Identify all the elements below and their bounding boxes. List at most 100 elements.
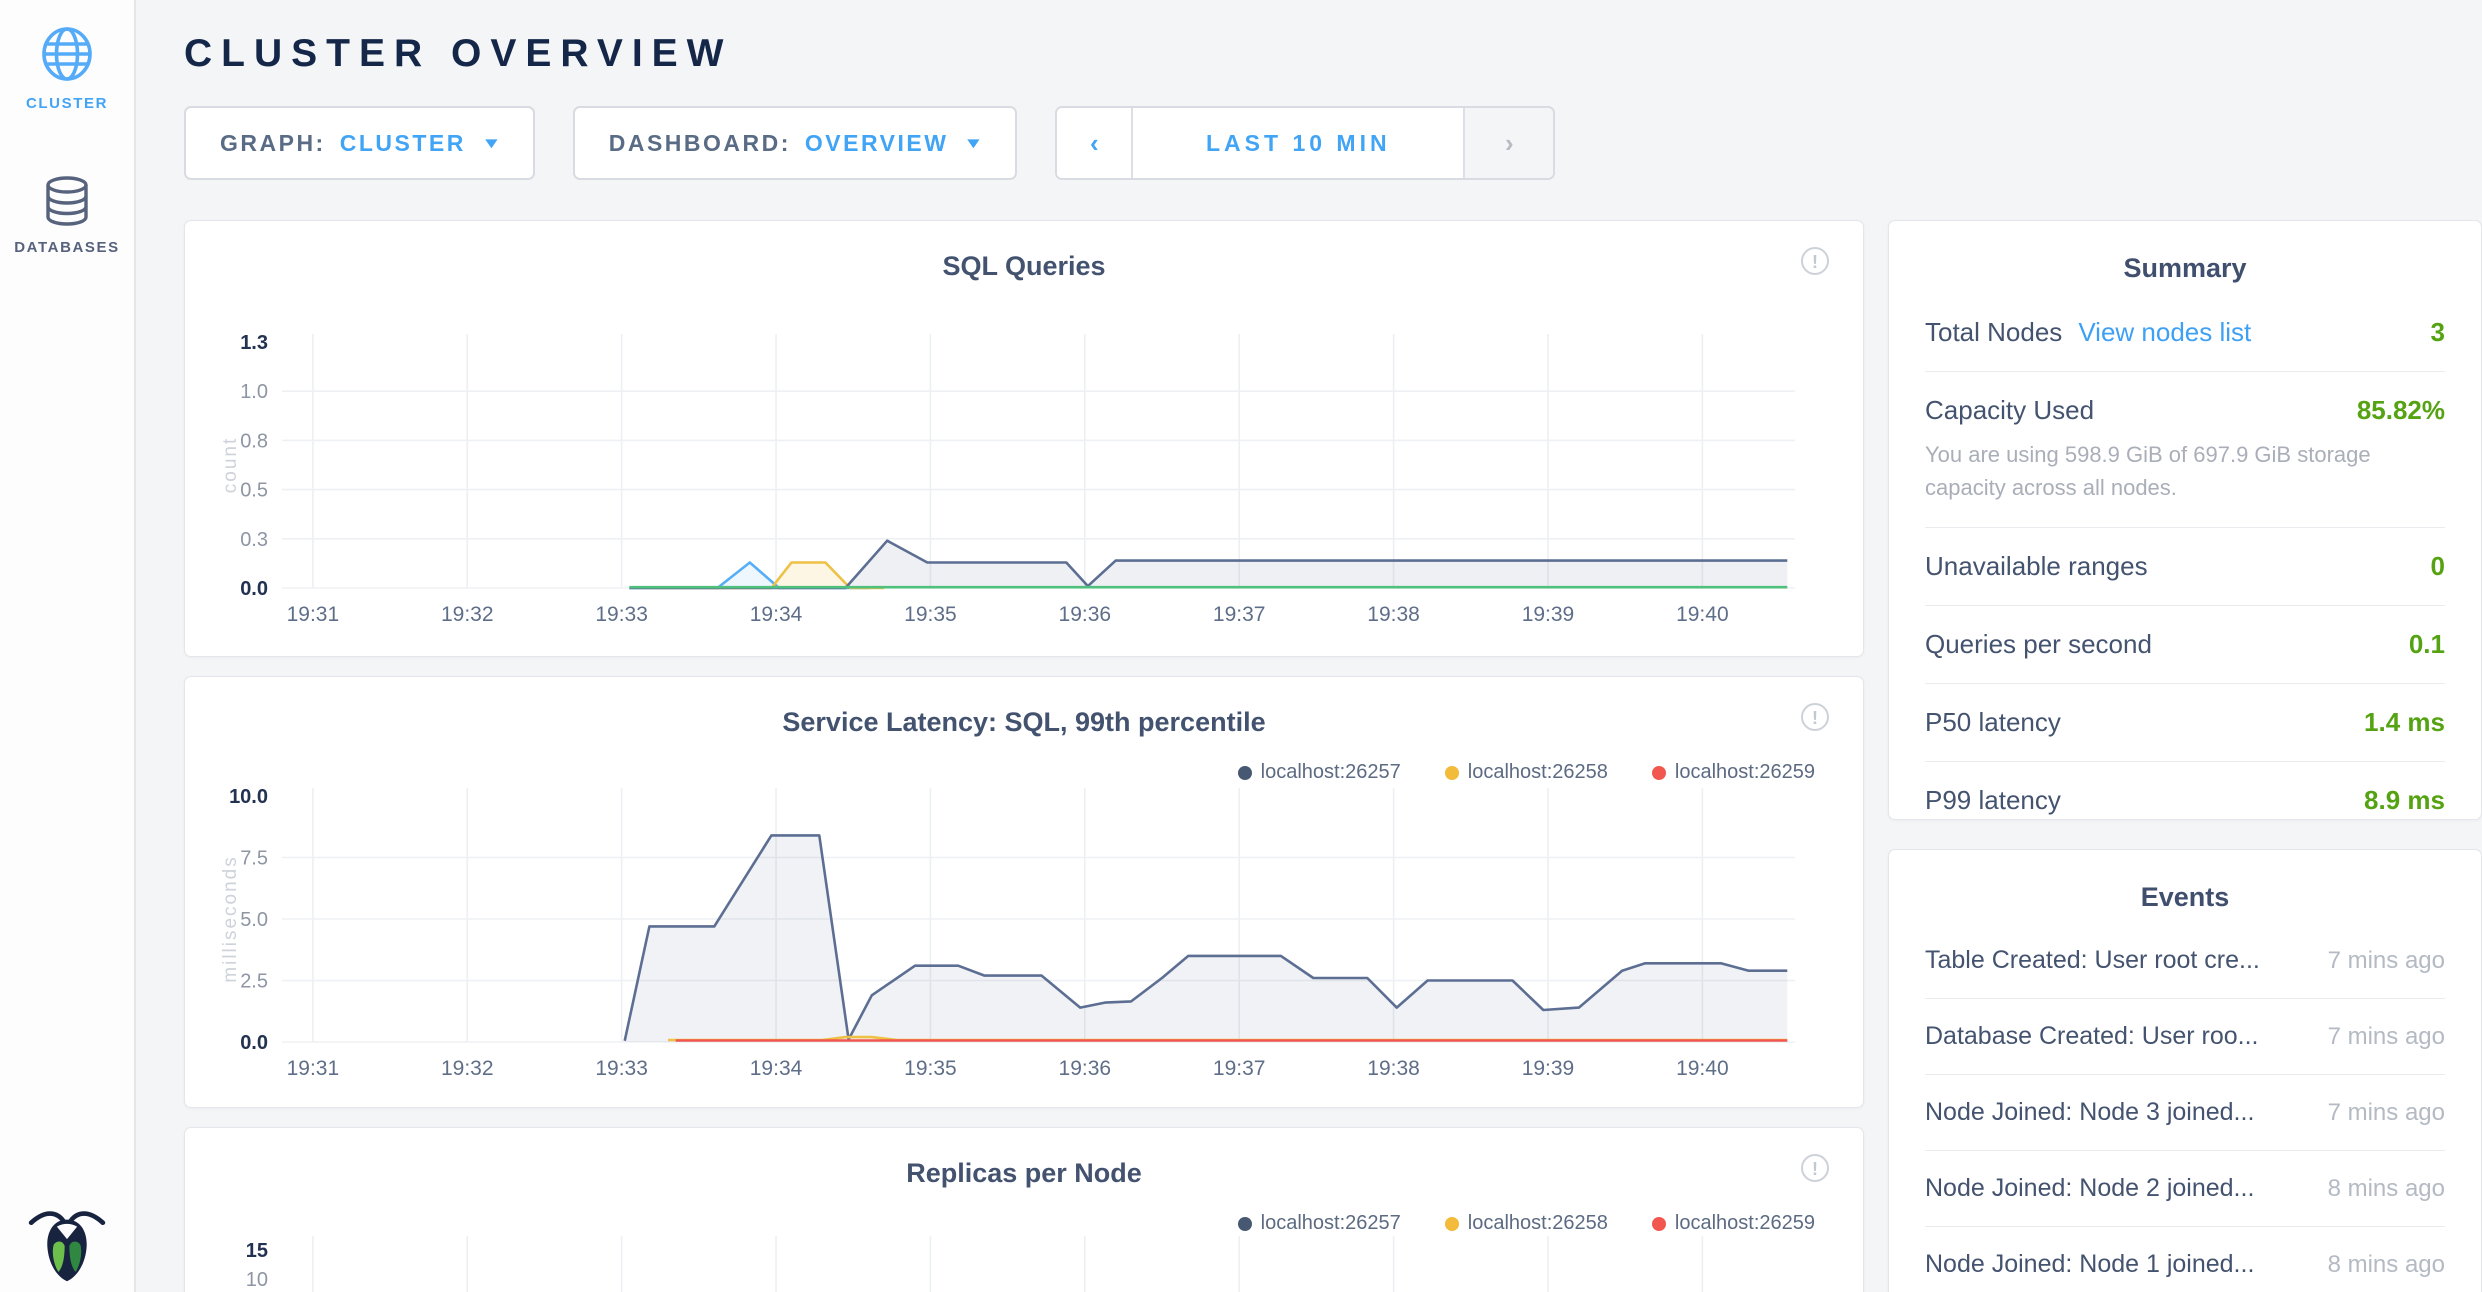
svg-text:1.3: 1.3 — [240, 332, 268, 354]
event-time: 7 mins ago — [2328, 1023, 2445, 1051]
dashboard-dropdown[interactable]: DASHBOARD: OVERVIEW ▼ — [573, 106, 1018, 180]
graph-dropdown[interactable]: GRAPH: CLUSTER ▼ — [184, 106, 535, 180]
info-icon[interactable]: ! — [1801, 247, 1829, 275]
svg-text:19:35: 19:35 — [904, 603, 957, 626]
app-root: CLUSTER DATABASES — [0, 0, 2482, 1292]
side-column: Summary Total Nodes View nodes list 3 Capac… — [1888, 220, 2482, 1292]
time-forward-button[interactable]: › — [1463, 108, 1553, 178]
view-nodes-list-link[interactable]: View nodes list — [2078, 317, 2251, 348]
svg-text:19:40: 19:40 — [1676, 603, 1729, 626]
summary-row-label: Queries per second — [1925, 629, 2152, 660]
chart-title: Replicas per Node — [185, 1158, 1863, 1189]
summary-row-value: 1.4 ms — [2364, 707, 2445, 738]
sidebar-item-label: DATABASES — [14, 239, 120, 256]
event-time: 8 mins ago — [2328, 1175, 2445, 1203]
info-icon[interactable]: ! — [1801, 1154, 1829, 1182]
cockroachdb-logo — [0, 1202, 134, 1284]
svg-text:0.8: 0.8 — [240, 430, 268, 452]
chevron-down-icon: ▼ — [963, 135, 984, 152]
sidebar-item-label: CLUSTER — [26, 95, 108, 112]
svg-text:19:33: 19:33 — [595, 1057, 648, 1080]
svg-text:19:36: 19:36 — [1059, 603, 1112, 626]
svg-text:19:38: 19:38 — [1367, 603, 1420, 626]
svg-text:15: 15 — [246, 1240, 268, 1262]
graph-dropdown-label: GRAPH: — [220, 130, 326, 157]
svg-text:10: 10 — [246, 1269, 268, 1291]
dashboard-content: SQL Queries ! 19:31 19:32 19:33 19:34 19:35 1… — [184, 220, 2482, 1292]
info-icon[interactable]: ! — [1801, 703, 1829, 731]
chart-title: Service Latency: SQL, 99th percentile — [185, 707, 1863, 738]
svg-text:19:39: 19:39 — [1522, 603, 1575, 626]
cockroach-bug-icon — [28, 1202, 106, 1284]
summary-row: Capacity Used 85.82% You are using 598.9 G… — [1925, 371, 2445, 527]
svg-text:0.0: 0.0 — [240, 578, 268, 600]
summary-row-value: 8.9 ms — [2364, 785, 2445, 816]
svg-text:milliseconds: milliseconds — [220, 855, 241, 982]
event-text: Node Joined: Node 2 joined... — [1925, 1174, 2254, 1203]
summary-row-label: Capacity Used — [1925, 395, 2094, 426]
sidebar-item-cluster[interactable]: CLUSTER — [0, 26, 134, 112]
replicas-per-node-chart: 1510 — [220, 1229, 1830, 1292]
svg-text:0.5: 0.5 — [240, 480, 268, 502]
legend-dot-icon — [1445, 766, 1459, 780]
summary-rows: Total Nodes View nodes list 3 Capacity Used… — [1925, 294, 2445, 839]
summary-row: Total Nodes View nodes list 3 — [1925, 294, 2445, 371]
summary-row: Unavailable ranges 0 — [1925, 527, 2445, 605]
svg-text:19:33: 19:33 — [595, 603, 648, 626]
svg-text:count: count — [220, 437, 241, 493]
summary-row: Queries per second 0.1 — [1925, 605, 2445, 683]
svg-text:7.5: 7.5 — [240, 848, 268, 870]
svg-text:19:38: 19:38 — [1367, 1057, 1420, 1080]
events-title: Events — [1925, 882, 2445, 913]
svg-text:19:34: 19:34 — [750, 1057, 803, 1080]
events-panel: Events Table Created: User root cre... 7 … — [1888, 849, 2482, 1292]
main-content: CLUSTER OVERVIEW GRAPH: CLUSTER ▼ DASHBO… — [136, 0, 2482, 1292]
summary-row-label: Total Nodes — [1925, 317, 2062, 348]
event-time: 7 mins ago — [2328, 1099, 2445, 1127]
chevron-down-icon: ▼ — [481, 135, 502, 152]
summary-title: Summary — [1925, 253, 2445, 284]
svg-text:19:36: 19:36 — [1059, 1057, 1112, 1080]
event-text: Node Joined: Node 3 joined... — [1925, 1098, 2254, 1127]
chart-card-replicas-per-node: Replicas per Node ! localhost:26257local… — [184, 1127, 1864, 1292]
time-range-label[interactable]: LAST 10 MIN — [1133, 108, 1463, 178]
sidebar-item-databases[interactable]: DATABASES — [0, 176, 134, 256]
chart-title: SQL Queries — [185, 251, 1863, 282]
legend-dot-icon — [1652, 766, 1666, 780]
charts-column: SQL Queries ! 19:31 19:32 19:33 19:34 19:35 1… — [184, 220, 1864, 1292]
svg-text:19:34: 19:34 — [750, 603, 803, 626]
summary-row-value: 0.1 — [2409, 629, 2445, 660]
summary-row-label: P50 latency — [1925, 707, 2061, 738]
event-row: Node Joined: Node 1 joined...8 mins ago — [1925, 1227, 2445, 1292]
dashboard-dropdown-label: DASHBOARD: — [609, 130, 791, 157]
summary-row-value: 3 — [2431, 317, 2445, 348]
summary-row-subtext: You are using 598.9 GiB of 697.9 GiB sto… — [1925, 438, 2445, 504]
svg-text:19:40: 19:40 — [1676, 1057, 1729, 1080]
summary-row-label: Unavailable ranges — [1925, 551, 2148, 582]
event-row: Node Joined: Node 3 joined... 7 mins ago — [1925, 1075, 2445, 1151]
graph-dropdown-value: CLUSTER — [340, 130, 466, 157]
chart-card-service-latency: Service Latency: SQL, 99th percentile ! … — [184, 676, 1864, 1108]
svg-text:10.0: 10.0 — [229, 786, 268, 808]
svg-text:5.0: 5.0 — [240, 909, 268, 931]
summary-row-label: P99 latency — [1925, 785, 2061, 816]
event-row: Node Joined: Node 2 joined... 8 mins ago — [1925, 1151, 2445, 1227]
event-time: 8 mins ago — [2328, 1251, 2445, 1279]
event-text: Table Created: User root cre... — [1925, 946, 2260, 975]
database-icon — [43, 176, 91, 226]
sidebar: CLUSTER DATABASES — [0, 0, 136, 1292]
time-back-button[interactable]: ‹ — [1057, 108, 1133, 178]
summary-row-value: 85.82% — [2357, 395, 2445, 426]
svg-text:19:32: 19:32 — [441, 1057, 494, 1080]
svg-text:2.5: 2.5 — [240, 971, 268, 993]
legend-dot-icon — [1238, 766, 1252, 780]
page-title: CLUSTER OVERVIEW — [184, 32, 2482, 76]
svg-text:0.3: 0.3 — [240, 529, 268, 551]
svg-text:19:35: 19:35 — [904, 1057, 957, 1080]
svg-text:19:39: 19:39 — [1522, 1057, 1575, 1080]
svg-text:19:31: 19:31 — [287, 603, 340, 626]
svg-text:0.0: 0.0 — [240, 1032, 268, 1054]
summary-row-value: 0 — [2431, 551, 2445, 582]
controls-bar: GRAPH: CLUSTER ▼ DASHBOARD: OVERVIEW ▼ ‹… — [184, 106, 2482, 180]
event-text: Database Created: User roo... — [1925, 1022, 2259, 1051]
